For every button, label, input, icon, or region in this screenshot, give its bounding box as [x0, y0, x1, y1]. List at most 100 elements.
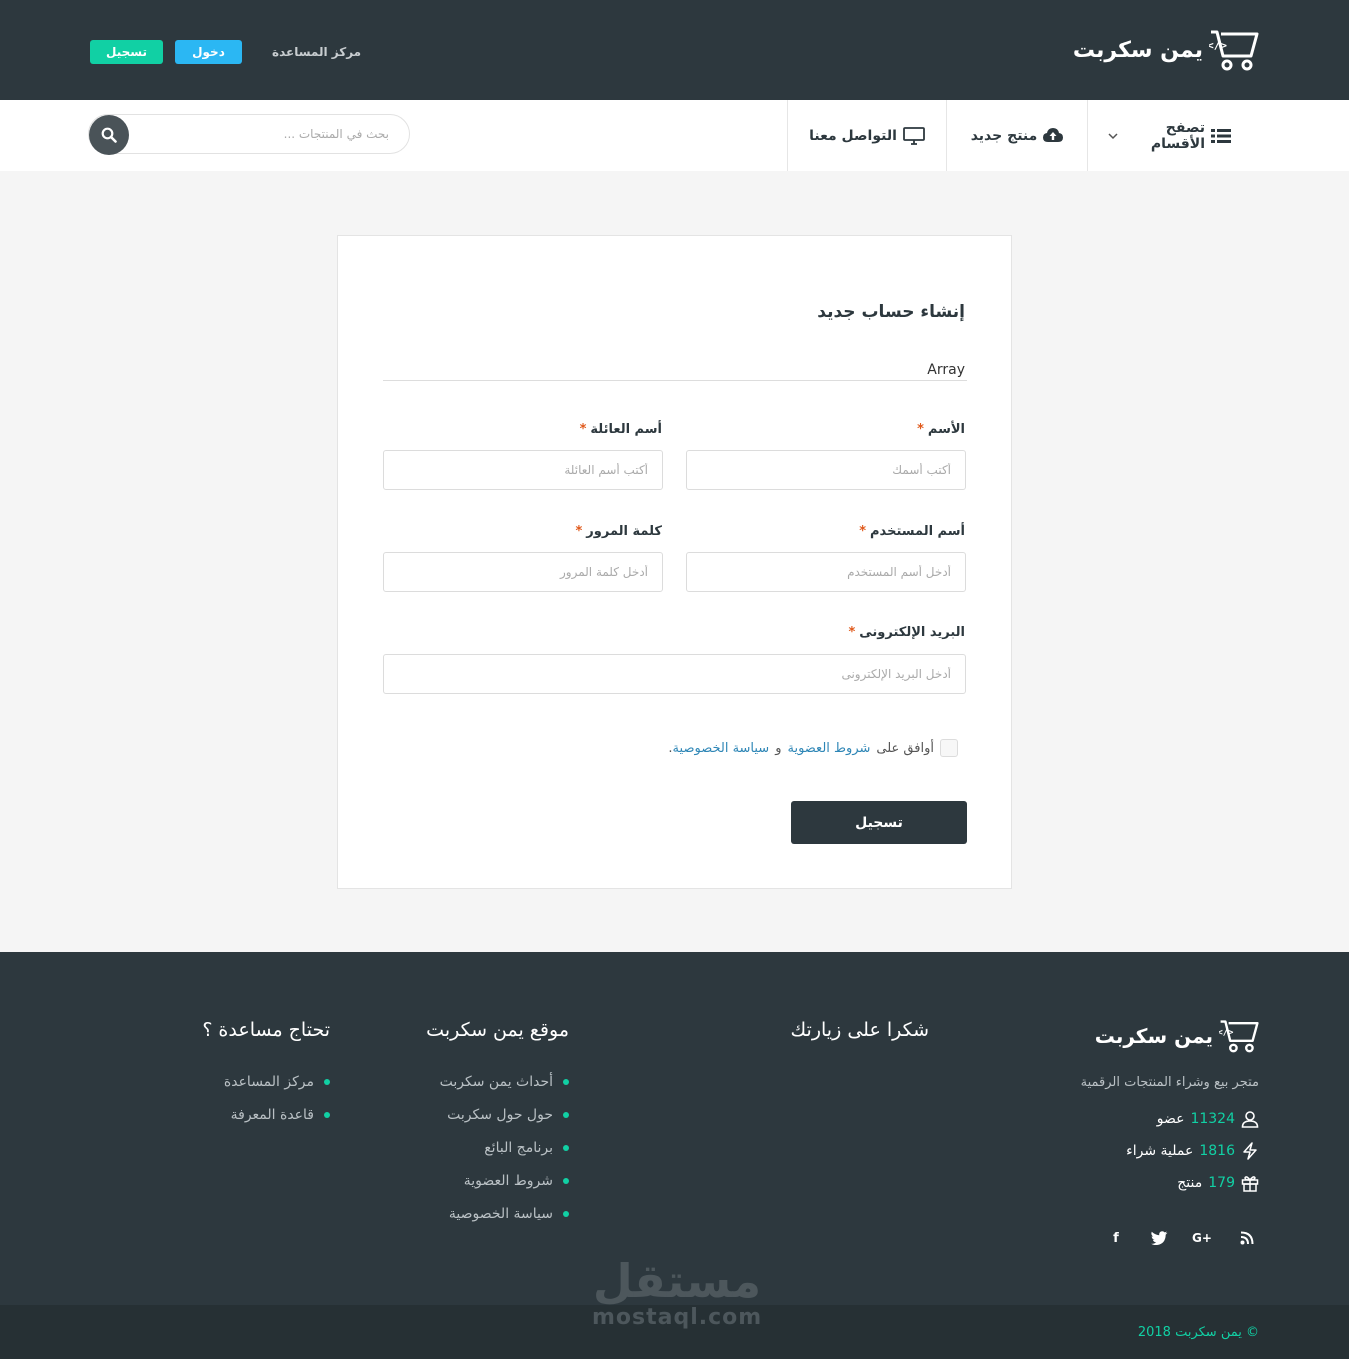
nav-browse-label: تصفح الأقسام [1150, 119, 1205, 152]
twitter-bird-icon [1150, 1231, 1167, 1245]
bullet-dot [563, 1211, 569, 1217]
footer-link-text: أحداث يمن سكربت [439, 1074, 553, 1090]
nav-contact-us[interactable]: التواصل معنا [787, 100, 946, 171]
bullet-dot [563, 1112, 569, 1118]
email-input[interactable] [383, 654, 966, 694]
bullet-dot [563, 1178, 569, 1184]
copyright-text: © يمن سكربت 2018 [1137, 1325, 1259, 1340]
top-bar: </> يمن سكربت تسجيل دخول مركز المساعدة [0, 0, 1349, 100]
bullet-dot [563, 1145, 569, 1151]
agree-prefix: أوافق على [876, 740, 934, 756]
footer-link-terms[interactable]: شروط العضوية [464, 1173, 569, 1189]
last-name-input[interactable] [383, 450, 663, 490]
watermark-arabic: مستقل [592, 1254, 762, 1308]
logo-text: يمن سكربت [1072, 37, 1203, 63]
username-input[interactable] [686, 552, 966, 592]
footer [0, 952, 1349, 1305]
required-mark: * [575, 524, 583, 539]
footer-logo[interactable]: </> يمن سكربت [1095, 1018, 1259, 1054]
required-mark: * [917, 422, 924, 437]
nav-contact-label: التواصل معنا [809, 127, 897, 144]
watermark-english: mostaql.com [592, 1305, 763, 1330]
cart-logo-icon: </> [1219, 1020, 1259, 1053]
bullet-dot [324, 1112, 330, 1118]
first-name-label-text: الأسم [927, 422, 965, 437]
footer-link-knowledge-base[interactable]: قاعدة المعرفة [231, 1107, 330, 1123]
svg-text:</>: </> [1219, 1028, 1233, 1038]
email-label-text: البريد الإلكترونى [859, 625, 965, 640]
form-title: إنشاء حساب جديد [817, 302, 965, 322]
search-input[interactable] [129, 115, 399, 153]
footer-site-title: موقع يمن سكربت [426, 1019, 569, 1041]
footer-description: متجر بيع وشراء المنتجات الرقمية [1080, 1075, 1259, 1090]
last-name-label-text: أسم العائلة [590, 422, 662, 437]
stat-members-label: عضو [1156, 1111, 1185, 1127]
agree-and: و [775, 740, 782, 756]
terms-link[interactable]: شروط العضوية [787, 741, 870, 756]
search-box [88, 114, 410, 155]
footer-link-text: قاعدة المعرفة [230, 1107, 314, 1123]
terms-agreement: أوافق على شروط العضوية و سياسة الخصوصية. [668, 739, 958, 757]
footer-link-text: سياسة الخصوصية [448, 1206, 553, 1222]
username-label: أسم المستخدم* [859, 524, 965, 539]
required-mark: * [848, 625, 856, 640]
submit-register-button[interactable]: تسجيل [791, 801, 967, 844]
footer-link-text: برنامج البائع [484, 1140, 553, 1156]
top-links: تسجيل دخول مركز المساعدة [90, 40, 361, 64]
first-name-input[interactable] [686, 450, 966, 490]
footer-link-seller-program[interactable]: برنامج البائع [484, 1140, 569, 1156]
password-label-text: كلمة المرور [586, 524, 662, 539]
footer-link-events[interactable]: أحداث يمن سكربت [440, 1074, 569, 1090]
footer-link-privacy[interactable]: سياسة الخصوصية [449, 1206, 569, 1222]
bolt-icon [1243, 1142, 1257, 1160]
register-button[interactable]: تسجيل [90, 40, 163, 64]
search-icon [101, 127, 117, 143]
footer-thanks-title: شكرا على زيارتك [790, 1019, 929, 1041]
password-label: كلمة المرور* [575, 524, 662, 539]
required-mark: * [859, 524, 867, 539]
last-name-label: أسم العائلة* [580, 422, 662, 437]
cloud-upload-icon [1043, 128, 1064, 142]
registration-card: إنشاء حساب جديد Array الأسم* أسم العائلة… [337, 235, 1012, 889]
nav-browse-categories[interactable]: تصفح الأقسام [1087, 100, 1349, 171]
stat-purchases-number: 1816 [1199, 1143, 1235, 1159]
footer-link-about[interactable]: حول حول سكربت [447, 1107, 569, 1123]
svg-text:</>: </> [1209, 39, 1227, 52]
stat-members-number: 11324 [1190, 1111, 1235, 1127]
help-center-link[interactable]: مركز المساعدة [272, 45, 361, 59]
footer-link-text: حول حول سكربت [447, 1107, 553, 1123]
cart-logo-icon: </> [1209, 30, 1259, 71]
stat-products: 179 منتج [1177, 1174, 1259, 1192]
footer-link-text: شروط العضوية [463, 1173, 553, 1189]
password-input[interactable] [383, 552, 663, 592]
agree-suffix: . [668, 740, 673, 756]
list-icon [1211, 128, 1231, 143]
first-name-label: الأسم* [917, 422, 965, 437]
gift-icon [1241, 1176, 1259, 1192]
rss-feed-icon [1240, 1231, 1254, 1245]
twitter-icon[interactable] [1147, 1228, 1171, 1248]
stat-products-label: منتج [1177, 1175, 1203, 1191]
terms-checkbox[interactable] [940, 739, 958, 757]
search-button[interactable] [89, 115, 129, 155]
user-icon [1241, 1111, 1259, 1128]
watermark: مستقل mostaql.com [592, 1255, 762, 1335]
nav-new-product[interactable]: منتج جديد [946, 100, 1087, 171]
stat-purchases: 1816 عملية شراء [1126, 1142, 1259, 1160]
rss-icon[interactable] [1235, 1228, 1259, 1248]
footer-link-help-center[interactable]: مركز المساعدة [224, 1074, 330, 1090]
stat-purchases-label: عملية شراء [1126, 1143, 1194, 1159]
site-logo[interactable]: </> يمن سكربت [1073, 28, 1259, 72]
bullet-dot [563, 1079, 569, 1085]
facebook-icon[interactable]: f [1104, 1228, 1128, 1248]
login-button[interactable]: دخول [175, 40, 242, 64]
required-mark: * [579, 422, 587, 437]
privacy-link[interactable]: سياسة الخصوصية [673, 741, 770, 756]
username-label-text: أسم المستخدم [870, 524, 965, 539]
nav-new-product-label: منتج جديد [970, 127, 1038, 144]
stat-products-number: 179 [1208, 1175, 1235, 1191]
google-plus-icon[interactable]: G+ [1190, 1228, 1214, 1248]
bullet-dot [324, 1079, 330, 1085]
stat-members: 11324 عضو [1157, 1110, 1259, 1128]
email-label: البريد الإلكترونى* [848, 625, 965, 640]
